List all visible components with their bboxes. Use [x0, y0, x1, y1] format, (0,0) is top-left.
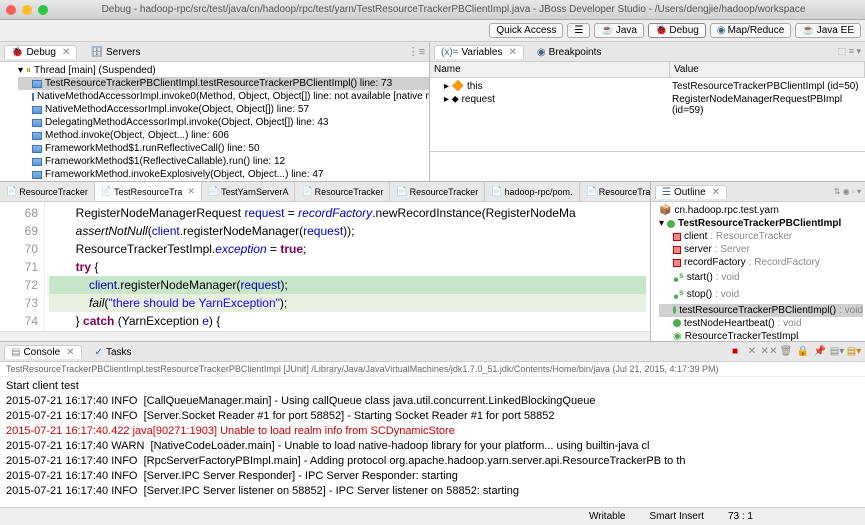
clear-console-button[interactable]: 🗑	[779, 345, 793, 359]
tab-outline[interactable]: ☰Outline✕	[655, 185, 727, 199]
remove-launch-button[interactable]: ✕	[745, 345, 759, 359]
code-line[interactable]: try {	[49, 258, 646, 276]
perspective-java[interactable]: ☕Java	[594, 23, 644, 38]
console-process-label: TestResourceTrackerPBClientImpl.testReso…	[0, 362, 865, 377]
outline-member[interactable]: server : Server	[659, 243, 863, 256]
tab-console[interactable]: ▤Console✕	[4, 345, 82, 359]
code-line[interactable]: ResourceTrackerTestImpl.exception = true…	[49, 240, 646, 258]
line-gutter[interactable]: 6869707172737475	[0, 202, 45, 331]
display-console-button[interactable]: ▤▾	[830, 345, 844, 359]
console-line: 2015-07-21 16:17:40 INFO [Server.IPC Ser…	[6, 469, 859, 484]
editor-tab[interactable]: 📄ResourceTracker	[390, 182, 485, 201]
console-line: 2015-07-21 16:17:40.422 java[90271:1903]…	[6, 424, 859, 439]
debug-view: 🐞Debug✕ 🗄Servers ⋮≡ ▾⏸Thread [main] (Sus…	[0, 42, 430, 181]
code-line[interactable]: RegisterNodeManagerRequest request = rec…	[49, 204, 646, 222]
outline-member[interactable]: testResourceTrackerPBClientImpl() : void	[659, 304, 863, 317]
variables-view: (x)=Variables✕ ◉Breakpoints ⬚ ≡ ▾ Name V…	[430, 42, 865, 181]
tab-servers[interactable]: 🗄Servers	[83, 45, 147, 59]
stack-frame[interactable]: NativeMethodAccessorImpl.invoke(Object, …	[18, 103, 429, 116]
outline-member[interactable]: ◉ ResourceTrackerTestImpl	[659, 330, 863, 341]
outline-toolbar[interactable]: ⇅ ◉ ◦ ▾	[834, 187, 861, 196]
outline-member[interactable]: testNodeHeartbeat() : void	[659, 317, 863, 330]
outline-tree[interactable]: 📦cn.hadoop.rpc.test.yarn ▾ TestResourceT…	[651, 202, 865, 341]
outline-view: ☰Outline✕ ⇅ ◉ ◦ ▾ 📦cn.hadoop.rpc.test.ya…	[650, 182, 865, 341]
thread-node[interactable]: ▾⏸Thread [main] (Suspended)	[18, 64, 429, 77]
console-line: 2015-07-21 16:17:40 INFO [Server.IPC Ser…	[6, 484, 859, 499]
status-bar: Writable Smart Insert 73 : 1	[0, 507, 865, 525]
variable-row[interactable]: ▸ ⬥ requestRegisterNodeManagerRequestPBI…	[432, 93, 863, 117]
outline-member[interactable]: recordFactory : RecordFactory	[659, 256, 863, 269]
code-line[interactable]: client.registerNodeManager(request);	[49, 276, 646, 294]
scroll-lock-button[interactable]: 🔒	[796, 345, 810, 359]
status-cursor-pos: 73 : 1	[728, 511, 753, 522]
tab-tasks[interactable]: ✓Tasks	[88, 345, 139, 359]
window-titlebar: Debug - hadoop-rpc/src/test/java/cn/hado…	[0, 0, 865, 20]
close-icon[interactable]: ✕	[712, 187, 720, 198]
variable-row[interactable]: ▸ 🔶 thisTestResourceTrackerPBClientImpl …	[432, 80, 863, 93]
pin-console-button[interactable]: 📌	[813, 345, 827, 359]
console-line: 2015-07-21 16:17:40 WARN [NativeCodeLoad…	[6, 439, 859, 454]
open-console-button[interactable]: ▤▾	[847, 345, 861, 359]
stack-frame[interactable]: Method.invoke(Object, Object...) line: 6…	[18, 129, 429, 142]
close-icon[interactable]: ✕	[187, 186, 195, 197]
editor-area: 📄ResourceTracker📄TestResourceTra✕📄TestYa…	[0, 182, 650, 341]
window-title: Debug - hadoop-rpc/src/test/java/cn/hado…	[48, 4, 859, 15]
perspective-mapreduce[interactable]: ◉Map/Reduce	[710, 23, 791, 38]
editor-tab[interactable]: 📄TestResourceTra✕	[95, 182, 202, 201]
terminate-button[interactable]: ■	[728, 345, 742, 359]
editor-tab-bar: 📄ResourceTracker📄TestResourceTra✕📄TestYa…	[0, 182, 650, 202]
editor-tab[interactable]: 📄ResourceTracker	[0, 182, 95, 201]
stack-frame[interactable]: NativeMethodAccessorImpl.invoke0(Method,…	[18, 90, 429, 103]
console-line: 2015-07-21 16:17:40 INFO [Server.Socket …	[6, 409, 859, 424]
stack-frame[interactable]: FrameworkMethod$1.runReflectiveCall() li…	[18, 142, 429, 155]
code-line[interactable]: } catch (YarnException e) {	[49, 312, 646, 330]
stack-frame[interactable]: FrameworkMethod.invokeExplosively(Object…	[18, 168, 429, 181]
close-window-button[interactable]	[6, 5, 16, 15]
tab-breakpoints[interactable]: ◉Breakpoints	[530, 45, 609, 59]
perspective-debug[interactable]: 🐞Debug	[648, 23, 706, 38]
status-writable: Writable	[589, 511, 626, 522]
view-toolbar-icon[interactable]: ⬚ ≡ ▾	[838, 46, 861, 57]
editor-tab[interactable]: 📄ResourceTracker	[580, 182, 650, 201]
status-insert-mode: Smart Insert	[650, 511, 704, 522]
stack-frame[interactable]: DelegatingMethodAccessorImpl.invoke(Obje…	[18, 116, 429, 129]
col-value[interactable]: Value	[670, 62, 865, 77]
outline-package[interactable]: 📦cn.hadoop.rpc.test.yarn	[659, 204, 863, 217]
code-line[interactable]: fail("there should be YarnException");	[49, 294, 646, 312]
close-icon[interactable]: ✕	[508, 47, 516, 58]
stack-frame[interactable]: TestResourceTrackerPBClientImpl.testReso…	[18, 77, 429, 90]
open-perspective-button[interactable]: ☰	[567, 23, 590, 38]
code-body[interactable]: RegisterNodeManagerRequest request = rec…	[45, 202, 650, 331]
console-line: 2015-07-21 16:17:40 INFO [CallQueueManag…	[6, 394, 859, 409]
outline-member[interactable]: ●s start() : void	[659, 269, 863, 286]
editor-tab[interactable]: 📄ResourceTracker	[295, 182, 390, 201]
console-line: 2015-07-21 16:17:40 INFO [RpcServerFacto…	[6, 454, 859, 469]
debug-stack-tree[interactable]: ▾⏸Thread [main] (Suspended)TestResourceT…	[0, 62, 429, 181]
editor-tab[interactable]: 📄TestYarnServerA	[202, 182, 296, 201]
console-output[interactable]: Start client test2015-07-21 16:17:40 INF…	[0, 377, 865, 507]
perspective-javaee[interactable]: ☕Java EE	[795, 23, 861, 38]
perspective-bar: Quick Access ☰ ☕Java 🐞Debug ◉Map/Reduce …	[0, 20, 865, 42]
console-line: Start client test	[6, 379, 859, 394]
outline-class[interactable]: ▾ TestResourceTrackerPBClientImpl	[659, 217, 863, 230]
editor-tab[interactable]: 📄hadoop-rpc/pom.	[485, 182, 579, 201]
view-menu-icon[interactable]: ⋮≡	[408, 45, 425, 58]
horizontal-scrollbar[interactable]	[0, 331, 650, 341]
tab-variables[interactable]: (x)=Variables✕	[434, 45, 524, 59]
col-name[interactable]: Name	[430, 62, 670, 77]
minimize-window-button[interactable]	[22, 5, 32, 15]
remove-all-button[interactable]: ✕✕	[762, 345, 776, 359]
tab-debug[interactable]: 🐞Debug✕	[4, 45, 77, 59]
quick-access[interactable]: Quick Access	[489, 23, 563, 38]
stack-frame[interactable]: FrameworkMethod$1(ReflectiveCallable).ru…	[18, 155, 429, 168]
close-icon[interactable]: ✕	[66, 347, 74, 358]
outline-member[interactable]: client : ResourceTracker	[659, 230, 863, 243]
console-view: ▤Console✕ ✓Tasks ■ ✕ ✕✕ 🗑 🔒 📌 ▤▾ ▤▾ Test…	[0, 342, 865, 507]
outline-member[interactable]: ●s stop() : void	[659, 286, 863, 303]
close-icon[interactable]: ✕	[62, 47, 70, 58]
zoom-window-button[interactable]	[38, 5, 48, 15]
variables-table[interactable]: ▸ 🔶 thisTestResourceTrackerPBClientImpl …	[430, 78, 865, 151]
code-line[interactable]: assertNotNull(client.registerNodeManager…	[49, 222, 646, 240]
